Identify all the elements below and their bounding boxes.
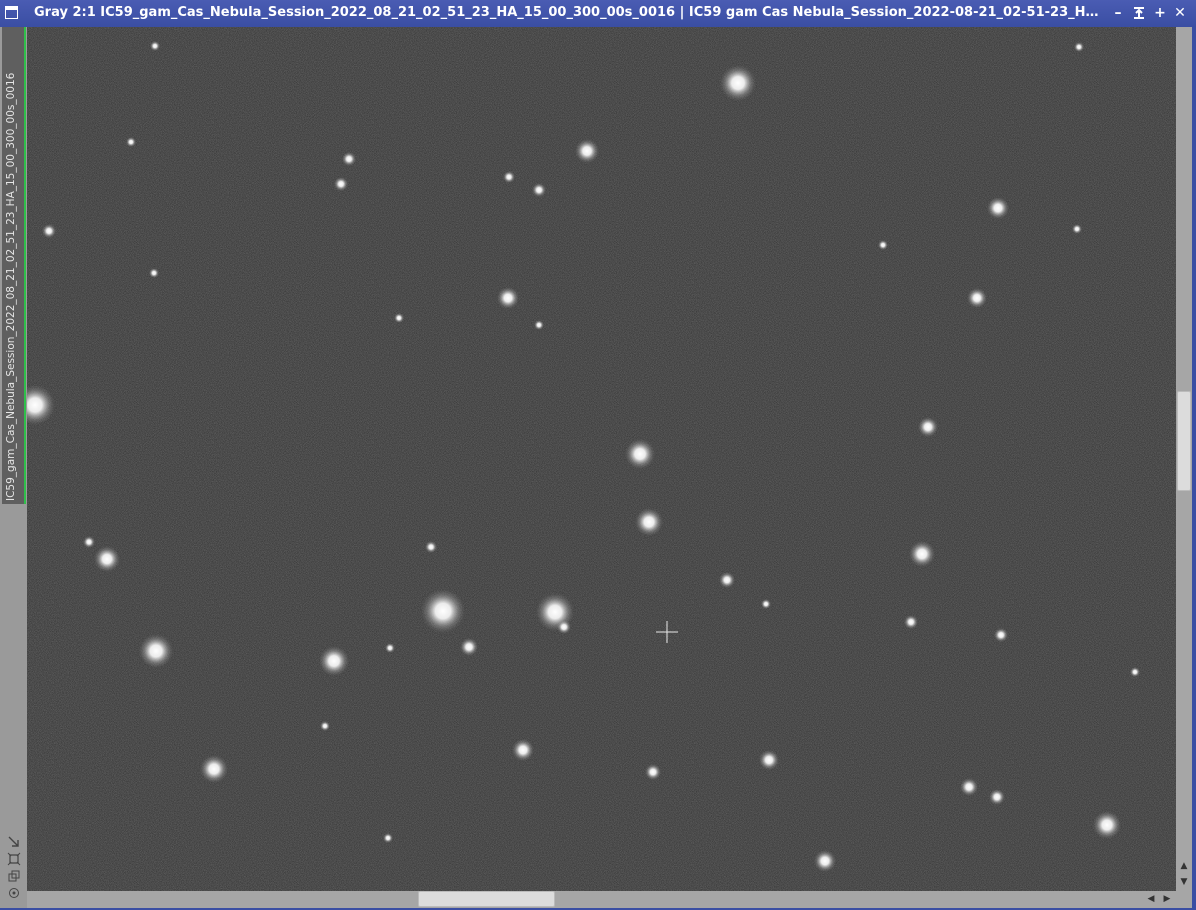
star xyxy=(319,646,349,676)
star xyxy=(759,750,779,770)
scroll-up-icon[interactable]: ▲ xyxy=(1178,861,1190,871)
star xyxy=(139,634,173,668)
star xyxy=(421,589,465,633)
image-window: Gray 2:1 IC59_gam_Cas_Nebula_Session_202… xyxy=(0,0,1196,910)
star xyxy=(320,721,330,731)
window-title: Gray 2:1 IC59_gam_Cas_Nebula_Session_202… xyxy=(34,5,1100,20)
star xyxy=(645,764,661,780)
scroll-down-icon[interactable]: ▼ xyxy=(1178,877,1190,887)
horizontal-scroll-thumb[interactable] xyxy=(418,891,555,907)
scroll-right-icon[interactable]: ▶ xyxy=(1161,894,1173,904)
star xyxy=(460,638,478,656)
star xyxy=(575,139,599,163)
star xyxy=(1074,42,1084,52)
star xyxy=(200,755,228,783)
star xyxy=(503,171,515,183)
star-field-image xyxy=(27,27,1176,891)
star xyxy=(534,320,544,330)
image-id-tab[interactable]: IC59_gam_Cas_Nebula_Session_2022_08_21_0… xyxy=(2,27,26,504)
star xyxy=(83,536,95,548)
star xyxy=(960,778,978,796)
star xyxy=(385,643,395,653)
star xyxy=(1130,667,1140,677)
vertical-scrollbar[interactable]: ▲ ▼ xyxy=(1176,27,1192,891)
star xyxy=(719,572,735,588)
star xyxy=(904,615,918,629)
close-icon[interactable]: ✕ xyxy=(1172,5,1188,21)
scroll-left-icon[interactable]: ◀ xyxy=(1145,894,1157,904)
star xyxy=(909,541,935,567)
star xyxy=(987,197,1009,219)
star xyxy=(918,417,938,437)
star xyxy=(497,287,519,309)
star xyxy=(42,224,56,238)
star xyxy=(720,65,756,101)
star xyxy=(1093,811,1121,839)
star xyxy=(394,313,404,323)
image-id-label: IC59_gam_Cas_Nebula_Session_2022_08_21_0… xyxy=(5,72,17,501)
horizontal-scrollbar[interactable]: ◀ ▶ xyxy=(27,891,1176,908)
clone-icon[interactable] xyxy=(7,869,21,883)
star xyxy=(342,152,356,166)
star xyxy=(878,240,888,250)
star xyxy=(989,789,1005,805)
window-icon[interactable] xyxy=(5,6,18,19)
image-viewport[interactable] xyxy=(27,27,1176,891)
star xyxy=(383,833,393,843)
star xyxy=(334,177,348,191)
star xyxy=(1072,224,1082,234)
star xyxy=(814,850,836,872)
star xyxy=(761,599,771,609)
maximize-icon[interactable]: + xyxy=(1152,5,1168,21)
star xyxy=(532,183,546,197)
title-bar[interactable]: Gray 2:1 IC59_gam_Cas_Nebula_Session_202… xyxy=(0,0,1196,27)
crop-icon[interactable] xyxy=(7,852,21,866)
star xyxy=(150,41,160,51)
minimize-icon[interactable]: – xyxy=(1110,5,1126,21)
star xyxy=(967,288,987,308)
fit-view-icon[interactable] xyxy=(7,835,21,849)
star xyxy=(635,508,663,536)
vertical-scroll-thumb[interactable] xyxy=(1177,391,1191,491)
star xyxy=(126,137,136,147)
star xyxy=(94,546,120,572)
star xyxy=(557,620,571,634)
star xyxy=(149,268,159,278)
star xyxy=(425,541,437,553)
star xyxy=(625,439,655,469)
star xyxy=(512,739,534,761)
scrollbar-corner xyxy=(1176,891,1192,908)
star xyxy=(994,628,1008,642)
shade-icon[interactable] xyxy=(1131,5,1147,21)
settings-icon[interactable] xyxy=(7,886,21,900)
